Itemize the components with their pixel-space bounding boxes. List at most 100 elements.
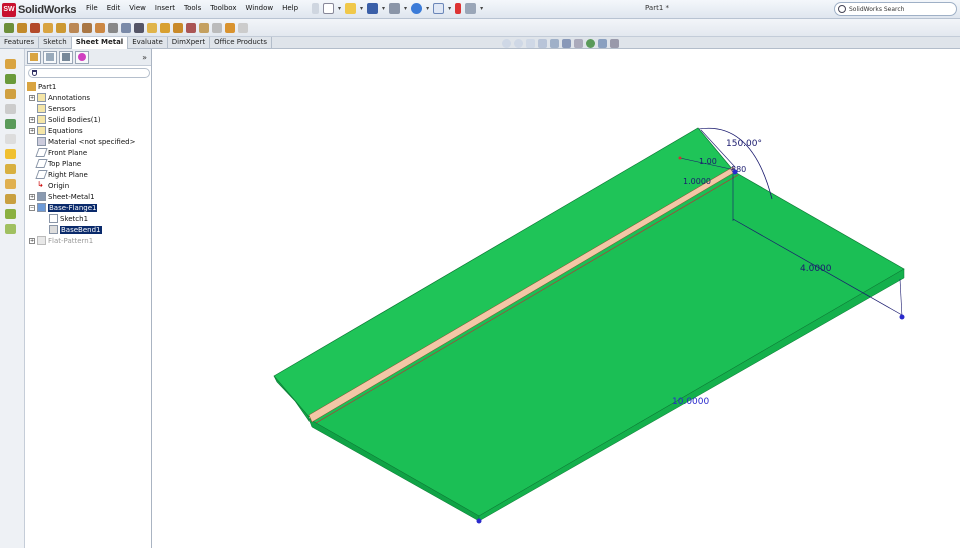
dimension-handle[interactable] — [732, 169, 738, 175]
dimension-handle[interactable] — [476, 518, 482, 524]
graphics-area[interactable]: 150.00° 1.00 880 1.0000 4.0000 10.0000 — [152, 39, 960, 548]
rebuild-icon[interactable] — [455, 3, 462, 14]
base-flange-tool-icon[interactable] — [4, 22, 14, 33]
angle-dimension-label[interactable]: 150.00° — [726, 139, 762, 149]
tab-evaluate[interactable]: Evaluate — [128, 37, 168, 49]
width-dimension-label[interactable]: 4.0000 — [800, 264, 832, 274]
centerline-tool-icon[interactable] — [5, 179, 16, 189]
forming-tool-icon[interactable] — [160, 22, 170, 33]
miter-flange-icon[interactable] — [56, 22, 66, 33]
tab-dimxpert[interactable]: DimXpert — [168, 37, 211, 49]
tree-item-sheet-metal[interactable]: + Sheet-Metal1 — [29, 191, 95, 202]
hem-icon[interactable] — [69, 22, 79, 33]
sketch-tool-icon[interactable] — [5, 59, 16, 69]
zoom-to-fit-icon[interactable] — [502, 39, 511, 48]
length-dimension-label[interactable]: 10.0000 — [672, 397, 709, 407]
section-view-icon[interactable] — [538, 39, 547, 48]
previous-view-icon[interactable] — [526, 39, 535, 48]
insert-bends-icon[interactable] — [186, 22, 196, 33]
tree-item-right-plane[interactable]: Right Plane — [35, 169, 88, 180]
tab-sketch[interactable]: Sketch — [39, 37, 72, 49]
arc-tool-icon[interactable] — [5, 134, 16, 144]
menu-help[interactable]: Help — [282, 4, 298, 12]
tree-root-part[interactable]: Part1 — [27, 81, 56, 92]
apply-scene-icon[interactable] — [598, 39, 607, 48]
convert-to-sheet-metal-icon[interactable] — [17, 22, 27, 33]
tab-sheet-metal[interactable]: Sheet Metal — [71, 37, 129, 49]
undo-icon[interactable] — [411, 3, 423, 14]
tree-item-annotations[interactable]: + Annotations — [29, 92, 90, 103]
tree-item-equations[interactable]: + Equations — [29, 125, 83, 136]
thickness-dimension-label[interactable]: 1.0000 — [683, 177, 711, 186]
search-input[interactable]: SolidWorks Search — [849, 6, 904, 13]
tab-features[interactable]: Features — [0, 37, 40, 49]
relations-tool-icon[interactable] — [5, 224, 16, 234]
property-manager-tab-icon[interactable] — [43, 50, 57, 64]
menu-file[interactable]: File — [86, 4, 98, 12]
break-corner-icon[interactable] — [147, 22, 157, 33]
expand-panel-icon[interactable]: » — [142, 53, 147, 62]
save-icon[interactable] — [367, 3, 379, 14]
no-bends-icon[interactable] — [238, 22, 248, 33]
configuration-manager-tab-icon[interactable] — [59, 50, 73, 64]
tree-item-base-bend[interactable]: BaseBend1 — [49, 224, 102, 235]
unfold-icon[interactable] — [199, 22, 209, 33]
rectangle-tool-icon[interactable] — [5, 104, 16, 114]
rip-icon[interactable] — [173, 22, 183, 33]
dimension-handle[interactable] — [899, 314, 905, 320]
expand-icon[interactable]: + — [29, 193, 35, 200]
expand-icon[interactable]: + — [29, 237, 35, 244]
radius-dimension-label-a[interactable]: 1.00 — [699, 157, 717, 166]
options-icon[interactable] — [465, 3, 477, 14]
print-icon[interactable] — [389, 3, 401, 14]
welded-corner-icon[interactable] — [134, 22, 144, 33]
menu-edit[interactable]: Edit — [107, 4, 121, 12]
search-box[interactable]: SolidWorks Search — [834, 2, 957, 16]
tree-item-origin[interactable]: ↳ Origin — [37, 180, 69, 191]
line-tool-icon[interactable] — [5, 89, 16, 99]
new-dropdown-icon[interactable]: ▾ — [338, 5, 341, 12]
closed-corner-icon[interactable] — [121, 22, 131, 33]
open-dropdown-icon[interactable]: ▾ — [360, 5, 363, 12]
expand-icon[interactable]: + — [29, 127, 35, 134]
smart-dimension-icon[interactable] — [5, 74, 16, 84]
point-tool-icon[interactable] — [5, 164, 16, 174]
tree-item-solid-bodies[interactable]: + Solid Bodies(1) — [29, 114, 101, 125]
tree-item-flat-pattern[interactable]: + Flat-Pattern1 — [29, 235, 93, 246]
tree-item-sensors[interactable]: Sensors — [37, 103, 76, 114]
select-icon[interactable] — [433, 3, 445, 14]
hide-show-items-icon[interactable] — [574, 39, 583, 48]
tree-item-sketch1[interactable]: Sketch1 — [49, 213, 88, 224]
search-icon[interactable] — [838, 5, 846, 13]
menu-view[interactable]: View — [129, 4, 146, 12]
tree-item-base-flange[interactable]: − Base-Flange1 — [29, 202, 98, 213]
fold-icon[interactable] — [212, 22, 222, 33]
spline-tool-icon[interactable] — [5, 149, 16, 159]
expand-icon[interactable]: + — [29, 94, 35, 101]
undo-dropdown-icon[interactable]: ▾ — [426, 5, 429, 12]
edge-flange-icon[interactable] — [43, 22, 53, 33]
select-dropdown-icon[interactable]: ▾ — [448, 5, 451, 12]
pin-icon[interactable] — [312, 3, 319, 14]
menu-window[interactable]: Window — [245, 4, 273, 12]
options-dropdown-icon[interactable]: ▾ — [480, 5, 483, 12]
dimension-handle[interactable] — [678, 156, 682, 160]
menu-insert[interactable]: Insert — [155, 4, 175, 12]
trim-tool-icon[interactable] — [5, 194, 16, 204]
sketched-bend-icon[interactable] — [95, 22, 105, 33]
collapse-icon[interactable]: − — [29, 204, 35, 211]
view-orientation-icon[interactable] — [550, 39, 559, 48]
save-dropdown-icon[interactable]: ▾ — [382, 5, 385, 12]
part-model-view[interactable]: 150.00° 1.00 880 1.0000 4.0000 10.0000 — [152, 49, 960, 548]
menu-toolbox[interactable]: Toolbox — [210, 4, 236, 12]
tab-office-products[interactable]: Office Products — [210, 37, 272, 49]
view-settings-icon[interactable] — [610, 39, 619, 48]
menu-tools[interactable]: Tools — [184, 4, 201, 12]
display-style-icon[interactable] — [562, 39, 571, 48]
feature-tree-tab-icon[interactable] — [27, 50, 41, 64]
open-folder-icon[interactable] — [345, 3, 357, 14]
cross-break-icon[interactable] — [108, 22, 118, 33]
extend-tool-icon[interactable] — [5, 209, 16, 219]
edit-appearance-icon[interactable] — [586, 39, 595, 48]
tree-item-material[interactable]: Material <not specified> — [37, 136, 135, 147]
